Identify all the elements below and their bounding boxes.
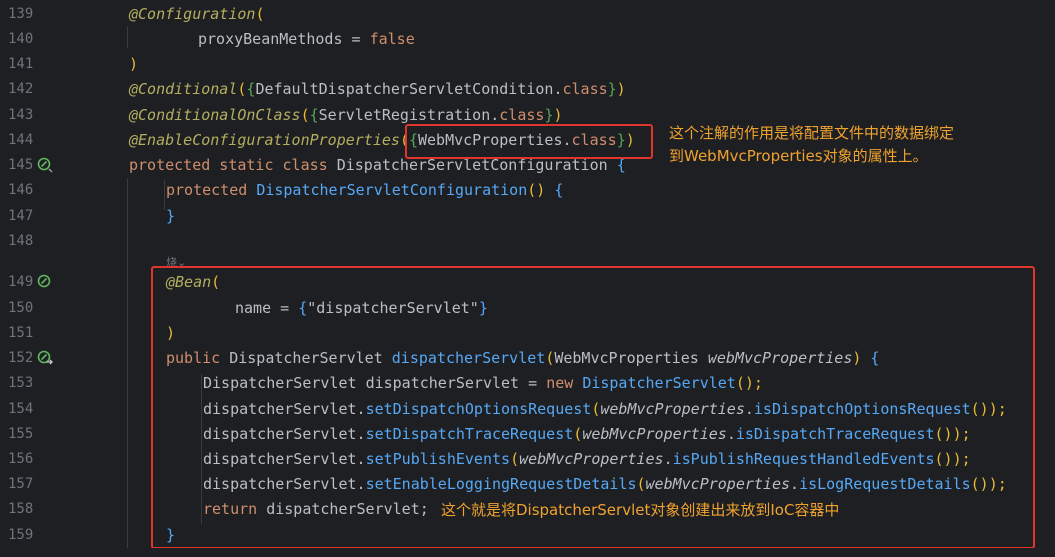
line-number: 152 (8, 350, 34, 366)
line-number: 147 (8, 208, 34, 224)
indent-guide (127, 26, 128, 48)
line-number: 157 (8, 476, 34, 492)
annotation-note-top-line2: 到WebMvcProperties对象的属性上。 (669, 147, 928, 165)
bean-navigate-icon[interactable] (37, 350, 53, 366)
line-number: 140 (8, 31, 34, 47)
code-line-142: @Conditional({DefaultDispatcherServletCo… (129, 80, 626, 98)
code-line-147: } (166, 207, 176, 225)
annotation-note-top-line1: 这个注解的作用是将配置文件中的数据绑定 (669, 124, 955, 142)
annotation-note-bottom: 这个就是将DispatcherServlet对象创建出来放到IoC容器中 (441, 501, 840, 519)
indent-guide (164, 180, 165, 210)
code-line-143: @ConditionalOnClass({ServletRegistration… (129, 106, 563, 124)
code-line-146: protected DispatcherServletConfiguration… (166, 181, 564, 199)
line-number: 143 (8, 107, 34, 123)
line-number: 155 (8, 426, 34, 442)
line-number: 151 (8, 325, 34, 341)
line-number: 153 (8, 375, 34, 391)
line-number-gutter: 139 140 141 142 143 144 145 146 147 148 … (0, 0, 72, 557)
line-number: 149 (8, 274, 34, 290)
line-number: 154 (8, 401, 34, 417)
highlight-box-enable-config (405, 124, 653, 159)
line-number: 158 (8, 501, 34, 517)
line-number: 145 (8, 157, 34, 173)
annotation-note-top: 这个注解的作用是将配置文件中的数据绑定 到WebMvcProperties对象的… (669, 122, 954, 168)
bean-icon[interactable] (37, 274, 53, 290)
line-number: 139 (8, 6, 34, 22)
code-line-140: proxyBeanMethods = false (198, 30, 415, 48)
code-line-139: @Configuration( (129, 5, 265, 23)
line-number: 144 (8, 132, 34, 148)
line-number: 146 (8, 182, 34, 198)
indent-guide (127, 178, 128, 548)
line-number: 156 (8, 451, 34, 467)
code-line-141: ) (129, 55, 139, 73)
bean-icon[interactable] (37, 157, 53, 173)
line-number: 150 (8, 300, 34, 316)
code-editor[interactable]: 139 140 141 142 143 144 145 146 147 148 … (0, 0, 1055, 557)
line-number: 141 (8, 56, 34, 72)
line-number: 142 (8, 81, 34, 97)
editor-bottom-edge (0, 548, 1055, 557)
line-number: 159 (8, 527, 34, 543)
line-number: 148 (8, 233, 34, 249)
